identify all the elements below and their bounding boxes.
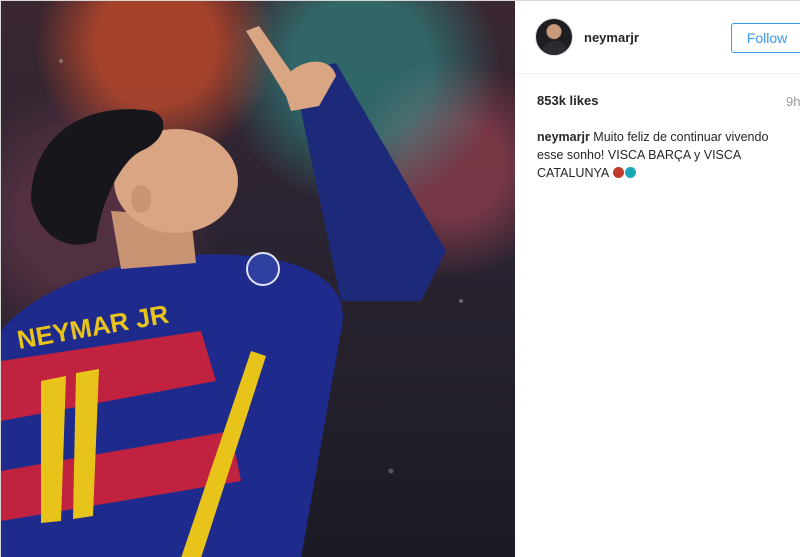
avatar[interactable] [535,18,573,56]
header-username[interactable]: neymarjr [584,30,639,45]
likes-count[interactable]: 853k likes [537,93,598,108]
caption-username[interactable]: neymarjr [537,130,590,144]
post-photo[interactable]: NEYMAR JR [1,1,515,557]
blue-circle-emoji-icon [625,167,637,178]
post-frame: NEYMAR JR neymarjr Follow 853k likes 9h … [0,0,800,557]
follow-button[interactable]: Follow [731,23,800,53]
player-illustration: NEYMAR JR [1,26,463,557]
post-caption: neymarjr Muito feliz de continuar vivend… [537,128,783,182]
post-header: neymarjr Follow [515,1,800,74]
post-timestamp: 9h [786,94,800,109]
post-details-panel: neymarjr Follow 853k likes 9h neymarjr M… [515,1,800,557]
red-circle-emoji-icon [613,167,625,178]
